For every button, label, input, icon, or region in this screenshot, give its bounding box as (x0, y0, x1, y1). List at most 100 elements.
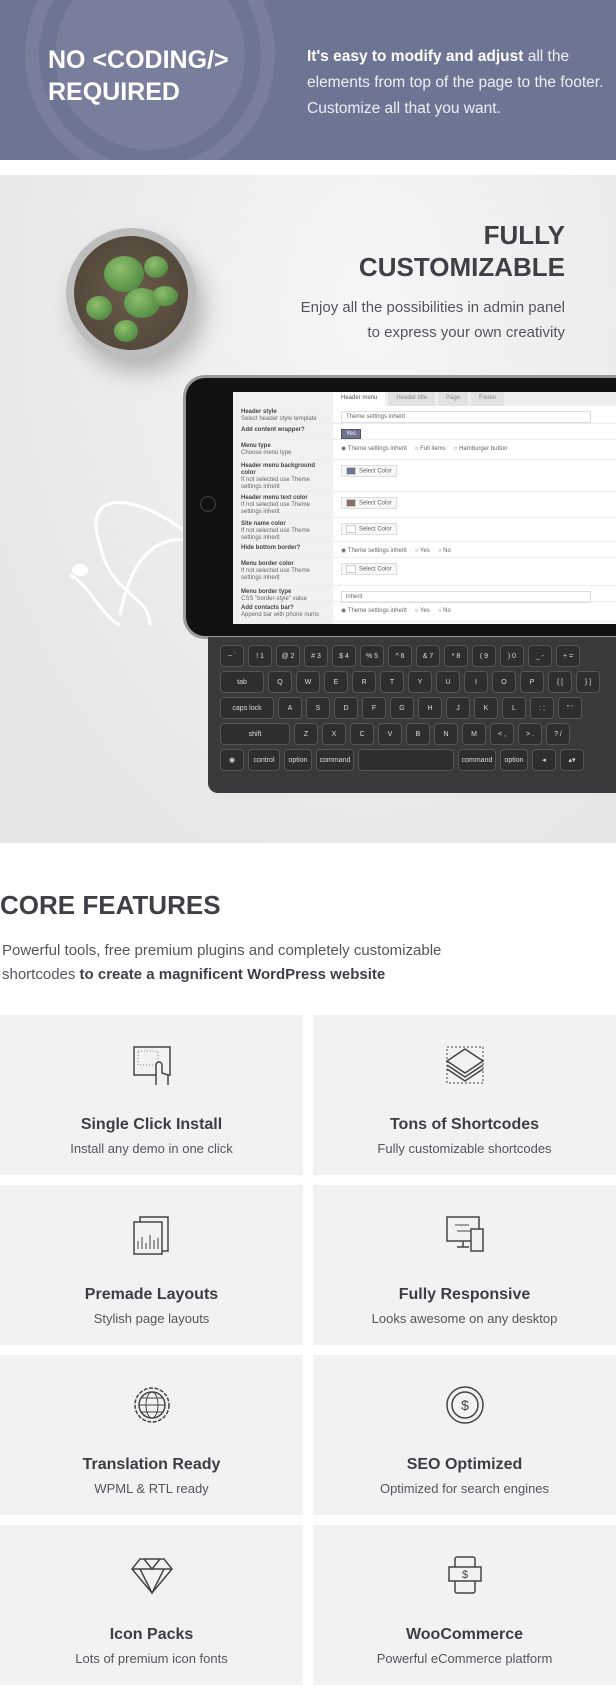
key[interactable]: command (458, 749, 496, 771)
key[interactable]: option (284, 749, 312, 771)
key[interactable]: + = (556, 645, 580, 667)
feature-description: WPML & RTL ready (94, 1481, 209, 1496)
feature-card-single-click-install: Single Click Install Install any demo in … (0, 1015, 303, 1175)
key[interactable]: caps lock (220, 697, 274, 719)
radio-option[interactable]: ○ Hamburger button (454, 446, 508, 452)
setting-row: Hide bottom border? ◉ Theme settings inhe… (233, 542, 616, 558)
radio-option[interactable]: ○ Yes (415, 548, 430, 554)
key[interactable]: D (334, 697, 358, 719)
key[interactable]: $ 4 (332, 645, 356, 667)
key[interactable]: B (406, 723, 430, 745)
key[interactable]: tab (220, 671, 264, 693)
feature-card-seo-optimized: $ SEO Optimized Optimized for search engin… (313, 1355, 616, 1515)
key[interactable]: { [ (548, 671, 572, 693)
color-swatch (346, 525, 356, 533)
key[interactable]: Z (294, 723, 318, 745)
key[interactable]: > . (518, 723, 542, 745)
key[interactable]: % 5 (360, 645, 384, 667)
key[interactable]: _ - (528, 645, 552, 667)
plant-pot-image (66, 228, 196, 358)
key[interactable]: H (418, 697, 442, 719)
key[interactable]: X (322, 723, 346, 745)
key[interactable]: ) 0 (500, 645, 524, 667)
key[interactable]: : ; (530, 697, 554, 719)
radio-option[interactable]: ○ No (438, 548, 451, 554)
key[interactable]: U (436, 671, 460, 693)
radio-option[interactable]: ○ Yes (415, 608, 430, 614)
key[interactable]: M (462, 723, 486, 745)
key[interactable]: N (434, 723, 458, 745)
key[interactable]: ◉ (220, 749, 244, 771)
key[interactable]: control (248, 749, 280, 771)
key[interactable]: ! 1 (248, 645, 272, 667)
customizable-section: FULLY CUSTOMIZABLE Enjoy all the possibil… (0, 175, 616, 843)
key[interactable]: & 7 (416, 645, 440, 667)
layout-pages-icon (132, 1216, 169, 1255)
key[interactable]: R (352, 671, 376, 693)
feature-card-translation-ready: Translation Ready WPML & RTL ready (0, 1355, 303, 1515)
key[interactable]: T (380, 671, 404, 693)
key[interactable]: C (350, 723, 374, 745)
tab-page[interactable]: Page (438, 392, 469, 406)
key[interactable]: * 8 (444, 645, 468, 667)
key[interactable]: command (316, 749, 354, 771)
setting-row: Menu type Choose menu type ◉ Theme setting… (233, 440, 616, 460)
feature-description: Stylish page layouts (93, 1311, 210, 1326)
radio-option[interactable]: ◉ Theme settings inherit (341, 445, 407, 452)
key[interactable]: " ' (558, 697, 582, 719)
key[interactable]: V (378, 723, 402, 745)
key[interactable]: A (278, 697, 302, 719)
key[interactable]: ^ 6 (388, 645, 412, 667)
feature-title: Icon Packs (109, 1626, 194, 1643)
radio-option[interactable]: ○ Full items (415, 446, 446, 452)
key[interactable]: S (306, 697, 330, 719)
feature-title: Translation Ready (82, 1456, 221, 1473)
key[interactable]: E (324, 671, 348, 693)
key[interactable]: option (500, 749, 528, 771)
key[interactable]: F (362, 697, 386, 719)
feature-title: Single Click Install (80, 1116, 223, 1133)
radio-option[interactable]: ◉ Theme settings inherit (341, 547, 407, 554)
key[interactable]: # 3 (304, 645, 328, 667)
key[interactable]: ▴▾ (560, 749, 584, 771)
key[interactable]: ( 9 (472, 645, 496, 667)
select-color-button[interactable]: Select Color (341, 523, 397, 535)
key[interactable]: L (502, 697, 526, 719)
color-swatch (346, 499, 356, 507)
select-color-button[interactable]: Select Color (341, 563, 397, 575)
fully-customizable-subtitle: Enjoy all the possibilities in admin pan… (300, 299, 565, 341)
key[interactable]: G (390, 697, 414, 719)
key[interactable]: ? / (546, 723, 570, 745)
key[interactable]: W (296, 671, 320, 693)
svg-text:$: $ (461, 1569, 467, 1581)
key[interactable]: @ 2 (276, 645, 300, 667)
key[interactable]: shift (220, 723, 290, 745)
key[interactable]: K (474, 697, 498, 719)
key[interactable]: J (446, 697, 470, 719)
radio-option[interactable]: ◉ Theme settings inherit (341, 607, 407, 614)
key[interactable]: O (492, 671, 516, 693)
select-color-button[interactable]: Select Color (341, 497, 397, 509)
yes-toggle[interactable]: Yes (341, 429, 361, 439)
key[interactable]: ◂ (532, 749, 556, 771)
feature-description: Looks awesome on any desktop (371, 1311, 558, 1326)
key[interactable]: } ] (576, 671, 600, 693)
mobile-payment-icon: $ (447, 1556, 482, 1594)
tab-header-menu[interactable]: Header menu (333, 392, 386, 406)
radio-option[interactable]: ○ No (438, 608, 451, 614)
setting-input[interactable]: Theme settings inherit (341, 411, 591, 423)
tab-header-title[interactable]: Header title (388, 392, 436, 406)
key[interactable]: P (520, 671, 544, 693)
tab-footer[interactable]: Footer (471, 392, 505, 406)
select-color-button[interactable]: Select Color (341, 465, 397, 477)
banner-title: NO <CODING/> REQUIRED (48, 46, 229, 106)
key[interactable]: Y (408, 671, 432, 693)
setting-row: Menu border color If not selected use The… (233, 558, 616, 586)
key[interactable]: I (464, 671, 488, 693)
diamond-icon (130, 1558, 173, 1595)
key[interactable] (358, 749, 454, 771)
touch-screen-icon (132, 1046, 171, 1085)
key[interactable]: ~ ` (220, 645, 244, 667)
key[interactable]: Q (268, 671, 292, 693)
key[interactable]: < , (490, 723, 514, 745)
